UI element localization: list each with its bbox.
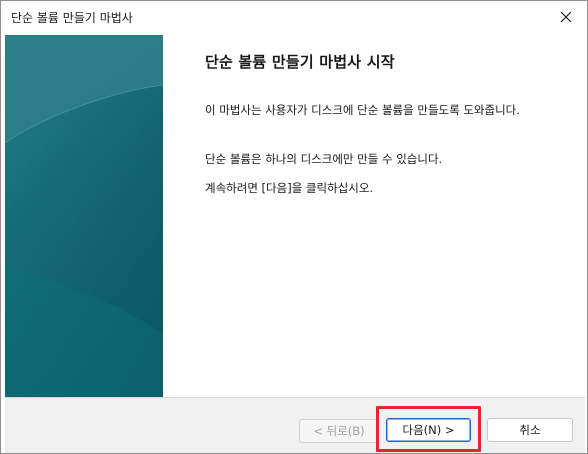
title-bar: 단순 볼륨 만들기 마법사 bbox=[1, 1, 587, 33]
button-bar: < 뒤로(B) 다음(N) > 취소 bbox=[5, 397, 585, 453]
window-title: 단순 볼륨 만들기 마법사 bbox=[11, 11, 133, 25]
next-button[interactable]: 다음(N) > bbox=[386, 418, 471, 442]
close-button[interactable] bbox=[551, 3, 581, 31]
intro-text: 이 마법사는 사용자가 디스크에 단순 볼륨을 만들도록 도와줍니다. bbox=[205, 103, 520, 117]
close-icon bbox=[560, 8, 572, 27]
cancel-button[interactable]: 취소 bbox=[487, 418, 573, 442]
volume-info-text: 단순 볼륨은 하나의 디스크에만 만들 수 있습니다. bbox=[205, 152, 443, 166]
wizard-content: 단순 볼륨 만들기 마법사 시작 이 마법사는 사용자가 디스크에 단순 볼륨을… bbox=[163, 35, 583, 397]
back-button[interactable]: < 뒤로(B) bbox=[299, 419, 379, 443]
continue-instruction-text: 계속하려면 [다음]을 클릭하십시오. bbox=[205, 181, 374, 195]
wizard-window: 단순 볼륨 만들기 마법사 단순 볼륨 만들기 마법사 시작 이 마법사는 사용… bbox=[0, 0, 588, 454]
page-title: 단순 볼륨 만들기 마법사 시작 bbox=[205, 53, 395, 71]
wizard-side-banner bbox=[5, 35, 163, 397]
